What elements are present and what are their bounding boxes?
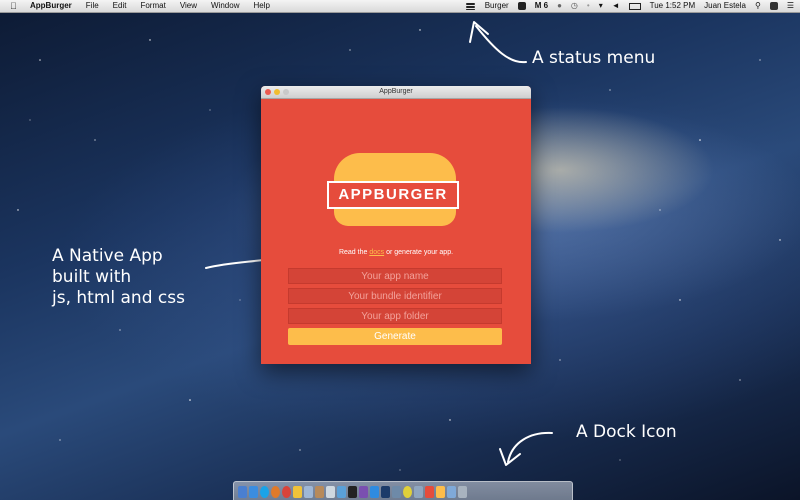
dock-arrowhead	[499, 448, 521, 466]
burger-status-item[interactable]: Burger	[457, 0, 509, 12]
read-docs-line: Read the docs or generate your app.	[261, 249, 531, 256]
read-prefix: Read the	[338, 249, 368, 256]
dock	[233, 481, 573, 500]
menu-user-name[interactable]: Juan Estela	[704, 0, 746, 12]
preview-icon[interactable]	[326, 486, 335, 498]
menu-format[interactable]: Format	[140, 0, 165, 12]
window-controls	[265, 89, 292, 95]
textmate-icon[interactable]	[359, 486, 368, 498]
dock-arrow	[507, 431, 553, 463]
folder-icon[interactable]	[414, 486, 423, 498]
clock-icon[interactable]: ◷	[571, 0, 578, 12]
native-app-annotation: A Native App built with js, html and css	[52, 246, 185, 309]
window-titlebar[interactable]: AppBurger	[261, 86, 531, 99]
battery-icon[interactable]	[628, 2, 641, 10]
appburger-logo: APPBURGER	[327, 181, 459, 209]
firefox-icon[interactable]	[271, 486, 280, 498]
bluetooth-icon[interactable]: •	[587, 0, 590, 12]
adium-icon[interactable]	[293, 486, 302, 498]
menu-help[interactable]: Help	[253, 0, 269, 12]
status-menu-arrowhead	[469, 21, 489, 43]
sublime-icon[interactable]	[403, 486, 412, 498]
menu-clock[interactable]: Tue 1:52 PM	[650, 0, 696, 12]
list-icon[interactable]: ☰	[787, 0, 794, 12]
close-icon[interactable]	[265, 89, 271, 95]
notification-badge[interactable]: M 6	[535, 0, 548, 12]
docs-link[interactable]: docs	[369, 249, 384, 256]
native-app-annotation-line: js, html and css	[52, 288, 185, 308]
user-icon[interactable]	[769, 2, 778, 10]
zoom-icon[interactable]	[283, 89, 289, 95]
search-icon[interactable]: ⚲	[755, 0, 761, 12]
app-store-icon[interactable]	[370, 486, 379, 498]
menu-bar:  AppBurger File Edit Format View Window…	[0, 0, 800, 13]
photoshop-icon[interactable]	[381, 486, 390, 498]
native-app-annotation-line: built with	[52, 267, 132, 287]
appburger-window: AppBurger APPBURGER Read the docs or gen…	[261, 86, 531, 364]
dock-icon-annotation: A Dock Icon	[576, 422, 677, 442]
menu-app-name[interactable]: AppBurger	[30, 0, 72, 12]
app-name-input[interactable]	[288, 268, 502, 284]
skype-icon[interactable]	[517, 2, 526, 10]
menu-bar-extras: Burger M 6 ● ◷ • ▾ ◄ Tue 1:52 PM Juan Es…	[448, 0, 794, 12]
tv-icon[interactable]	[436, 486, 445, 498]
wifi-icon[interactable]: ▾	[599, 0, 603, 12]
bundle-identifier-input[interactable]	[288, 288, 502, 304]
status-menu-arrow	[475, 25, 527, 64]
generate-button[interactable]: Generate	[288, 328, 502, 345]
chrome-icon[interactable]	[282, 486, 291, 498]
volume-icon[interactable]: ◄	[612, 0, 620, 12]
window-title: AppBurger	[379, 88, 413, 95]
minimize-icon[interactable]	[274, 89, 280, 95]
downloads-icon[interactable]	[447, 486, 456, 498]
menu-file[interactable]: File	[86, 0, 99, 12]
terminal-icon[interactable]	[348, 486, 357, 498]
notification-icon[interactable]: ●	[557, 0, 562, 12]
menu-window[interactable]: Window	[211, 0, 239, 12]
burger-icon	[465, 2, 475, 10]
menu-edit[interactable]: Edit	[113, 0, 127, 12]
safari-icon[interactable]	[249, 486, 258, 498]
apple-menu-icon[interactable]: 	[10, 0, 20, 12]
mail-icon[interactable]	[304, 486, 313, 498]
app-folder-input[interactable]	[288, 308, 502, 324]
skype-icon[interactable]	[260, 486, 269, 498]
finder-icon[interactable]	[238, 486, 247, 498]
appburger-icon[interactable]	[425, 486, 434, 498]
itunes-icon[interactable]	[337, 486, 346, 498]
status-menu-annotation: A status menu	[532, 48, 656, 68]
address-book-icon[interactable]	[315, 486, 324, 498]
burger-status-label: Burger	[484, 1, 509, 10]
keynote-icon[interactable]	[392, 486, 401, 498]
menu-view[interactable]: View	[180, 0, 197, 12]
native-app-annotation-line: A Native App	[52, 246, 163, 266]
trash-icon[interactable]	[458, 486, 467, 498]
read-suffix: or generate your app.	[386, 249, 454, 256]
